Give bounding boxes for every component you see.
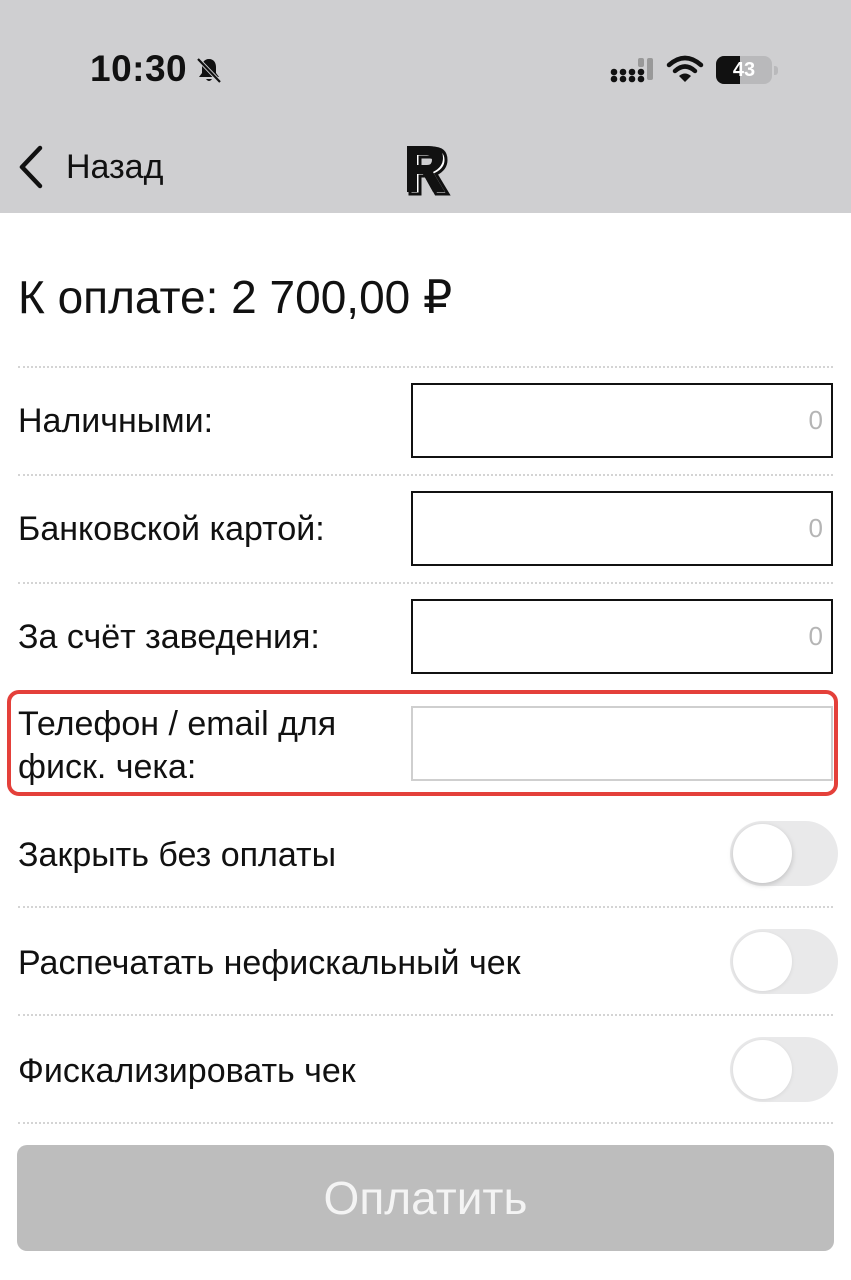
- phone-label-line1: Телефон / email для: [18, 705, 337, 743]
- fiscalize-label: Фискализировать чек: [18, 1052, 356, 1090]
- bell-muted-icon: [196, 57, 222, 84]
- cash-input[interactable]: [411, 383, 833, 458]
- card-input[interactable]: [411, 491, 833, 566]
- close-without-payment-label: Закрыть без оплаты: [18, 836, 337, 874]
- cash-label: Наличными:: [18, 402, 214, 440]
- print-nonfiscal-label: Распечатать нефискальный чек: [18, 944, 521, 982]
- toggle-knob: [733, 932, 792, 991]
- card-label: Банковской картой:: [18, 510, 325, 548]
- divider: [18, 366, 833, 368]
- toggle-knob: [733, 1040, 792, 1099]
- amount-due: К оплате: 2 700,00 ₽: [18, 271, 453, 323]
- back-label: Назад: [66, 147, 164, 186]
- divider: [18, 1014, 833, 1016]
- divider: [18, 582, 833, 584]
- chevron-left-icon: [19, 145, 43, 189]
- top-bar: 10:30 43 Назад: [0, 0, 851, 213]
- battery-icon: 43: [716, 56, 778, 84]
- status-time: 10:30: [90, 48, 188, 89]
- divider: [18, 1122, 833, 1124]
- back-button[interactable]: Назад: [16, 140, 163, 194]
- phone-label-line2: фиск. чека:: [18, 748, 197, 786]
- signal-icon: [610, 58, 653, 83]
- divider: [18, 906, 833, 908]
- toggle-knob: [733, 824, 792, 883]
- battery-percentage: 43: [732, 59, 756, 81]
- divider: [18, 474, 833, 476]
- print-nonfiscal-toggle[interactable]: [730, 929, 838, 994]
- pay-button[interactable]: Оплатить: [17, 1145, 834, 1251]
- wifi-icon: [666, 55, 704, 82]
- phone-email-input[interactable]: [411, 706, 833, 781]
- fiscalize-toggle[interactable]: [730, 1037, 838, 1102]
- house-input[interactable]: [411, 599, 833, 674]
- app-logo: [407, 146, 451, 196]
- house-label: За счёт заведения:: [18, 618, 320, 656]
- close-without-payment-toggle[interactable]: [730, 821, 838, 886]
